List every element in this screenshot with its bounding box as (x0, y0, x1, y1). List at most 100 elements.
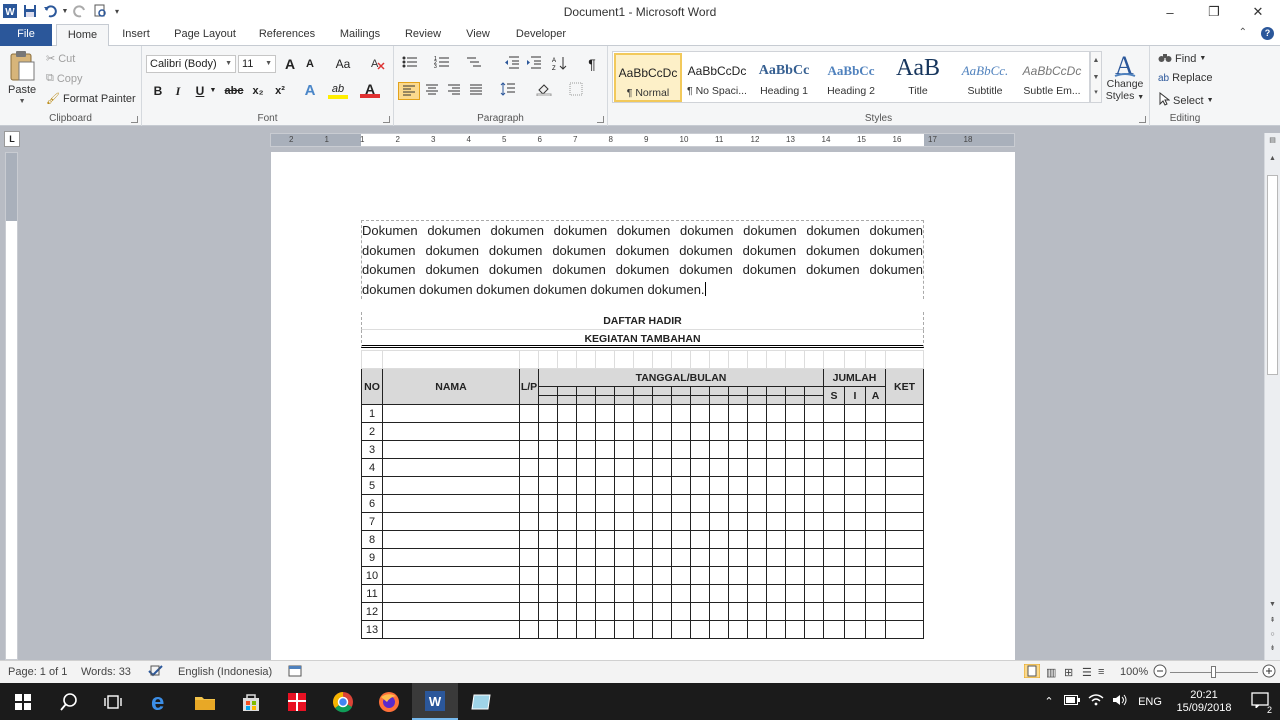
tab-references[interactable]: References (252, 24, 322, 46)
table-cell[interactable] (614, 404, 634, 423)
style-heading-1[interactable]: AaBbCc Heading 1 (750, 53, 818, 102)
borders-icon[interactable] (566, 82, 586, 100)
date-column-cell[interactable] (614, 395, 634, 405)
date-column-cell[interactable] (652, 386, 672, 396)
col-nama-header[interactable]: NAMA (382, 368, 520, 405)
table-cell[interactable] (804, 566, 824, 585)
style-subtle-emphasis[interactable]: AaBbCcDc Subtle Em... (1018, 53, 1086, 102)
table-cell[interactable] (844, 512, 866, 531)
table-cell[interactable] (865, 566, 886, 585)
heading-daftar-hadir[interactable]: DAFTAR HADIR (361, 312, 924, 330)
table-cell[interactable] (519, 476, 539, 495)
table-cell[interactable] (804, 620, 824, 639)
style-title[interactable]: AaB Title (884, 53, 952, 102)
zoom-in-icon[interactable] (1262, 664, 1276, 681)
table-cell[interactable] (865, 440, 886, 459)
table-cell[interactable] (844, 548, 866, 567)
table-cell[interactable] (747, 476, 767, 495)
table-cell[interactable] (690, 602, 710, 621)
date-column-cell[interactable] (785, 395, 805, 405)
table-cell[interactable] (709, 422, 729, 441)
table-cell[interactable] (382, 620, 520, 639)
zoom-slider-thumb[interactable] (1211, 666, 1216, 678)
table-cell[interactable] (557, 476, 577, 495)
clipboard-launcher-icon[interactable] (131, 116, 138, 123)
table-cell[interactable] (728, 350, 748, 369)
table-cell[interactable] (747, 458, 767, 477)
table-cell[interactable] (538, 458, 558, 477)
battery-icon[interactable] (1060, 695, 1084, 708)
table-cell[interactable] (633, 620, 653, 639)
table-cell[interactable] (728, 620, 748, 639)
row-number-cell[interactable]: 11 (361, 584, 383, 603)
table-cell[interactable] (595, 620, 615, 639)
row-number-cell[interactable]: 9 (361, 548, 383, 567)
table-cell[interactable] (595, 458, 615, 477)
table-cell[interactable] (785, 548, 805, 567)
col-s-header[interactable]: S (823, 386, 845, 405)
table-cell[interactable] (382, 512, 520, 531)
table-cell[interactable] (885, 494, 924, 513)
table-cell[interactable] (865, 602, 886, 621)
align-center-icon[interactable] (422, 82, 442, 100)
col-i-header[interactable]: I (844, 386, 866, 405)
date-column-cell[interactable] (747, 395, 767, 405)
table-cell[interactable] (709, 440, 729, 459)
table-cell[interactable] (614, 440, 634, 459)
style-subtitle[interactable]: AaBbCc. Subtitle (951, 53, 1019, 102)
scrollbar-thumb[interactable] (1267, 175, 1278, 375)
table-cell[interactable] (538, 350, 558, 369)
date-column-cell[interactable] (709, 395, 729, 405)
table-cell[interactable] (885, 476, 924, 495)
table-cell[interactable] (885, 566, 924, 585)
table-cell[interactable] (614, 584, 634, 603)
row-number-cell[interactable]: 8 (361, 530, 383, 549)
table-cell[interactable] (633, 548, 653, 567)
date-column-cell[interactable] (538, 395, 558, 405)
table-cell[interactable] (519, 350, 539, 369)
col-jumlah-header[interactable]: JUMLAH (823, 368, 886, 387)
table-cell[interactable] (614, 530, 634, 549)
table-cell[interactable] (823, 584, 845, 603)
paste-button[interactable]: Paste ▼ (8, 50, 36, 105)
tab-page-layout[interactable]: Page Layout (168, 24, 242, 46)
table-cell[interactable] (844, 476, 866, 495)
print-preview-icon[interactable] (92, 3, 108, 19)
volume-icon[interactable] (1108, 694, 1132, 709)
table-cell[interactable] (766, 350, 786, 369)
table-cell[interactable] (519, 620, 539, 639)
table-cell[interactable] (766, 440, 786, 459)
table-cell[interactable] (728, 548, 748, 567)
table-cell[interactable] (766, 404, 786, 423)
table-cell[interactable] (709, 548, 729, 567)
body-paragraph[interactable]: Dokumen dokumen dokumen dokumen dokumen … (361, 220, 924, 299)
table-cell[interactable] (690, 476, 710, 495)
table-cell[interactable] (652, 404, 672, 423)
table-cell[interactable] (557, 620, 577, 639)
table-cell[interactable] (690, 458, 710, 477)
table-cell[interactable] (671, 620, 691, 639)
view-ruler-icon[interactable]: ▤ (1267, 135, 1278, 147)
row-number-cell[interactable]: 13 (361, 620, 383, 639)
table-cell[interactable] (633, 584, 653, 603)
table-cell[interactable] (671, 530, 691, 549)
table-cell[interactable] (747, 620, 767, 639)
date-column-cell[interactable] (671, 395, 691, 405)
date-column-cell[interactable] (557, 386, 577, 396)
table-cell[interactable] (538, 422, 558, 441)
table-cell[interactable] (557, 530, 577, 549)
table-cell[interactable] (785, 494, 805, 513)
tab-insert[interactable]: Insert (114, 24, 158, 46)
gift-app-icon[interactable] (274, 683, 320, 720)
table-cell[interactable] (865, 494, 886, 513)
table-cell[interactable] (595, 530, 615, 549)
table-cell[interactable] (885, 530, 924, 549)
table-cell[interactable] (652, 530, 672, 549)
row-number-cell[interactable]: 12 (361, 602, 383, 621)
table-cell[interactable] (885, 440, 924, 459)
copy-button[interactable]: ⧉ Copy (46, 72, 83, 85)
table-cell[interactable] (690, 512, 710, 531)
table-cell[interactable] (538, 476, 558, 495)
table-cell[interactable] (614, 422, 634, 441)
change-case-button[interactable]: Aa (330, 55, 356, 73)
